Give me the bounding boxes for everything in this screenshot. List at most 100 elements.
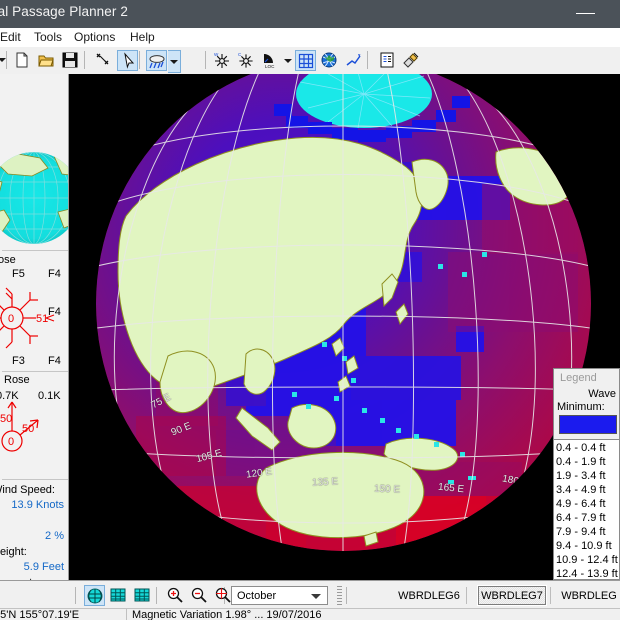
add-waypoint-button[interactable] [93,50,114,71]
legend-range-row[interactable]: 0.4 - 1.9 ft [556,455,606,469]
readout-label-2: Height: [0,546,27,558]
add-waypoint-icon [94,51,112,69]
chevron-down-icon [284,59,292,63]
toolbar-separator [84,51,85,69]
readout-label-1: s: [0,515,1,527]
table-view-button[interactable] [108,585,129,606]
pointer-select-button[interactable] [117,50,138,71]
status-position: 15'N 155°07.19'E [0,609,79,620]
wind-rose-diagram-icon: 0 51 [0,282,68,354]
globe-view-button[interactable] [319,50,340,71]
menu-item-options[interactable]: Options [70,30,119,44]
legend-range-row[interactable]: 7.9 - 9.4 ft [556,525,606,539]
report-icon [378,51,396,69]
menu-item-edit[interactable]: Edit [0,30,25,44]
wind-rose-f3-label: F3 [12,355,25,367]
svg-text:LOC: LOC [265,64,275,69]
current-rose-spoke-b: 50 [22,423,34,435]
grid-toggle-button[interactable] [295,50,316,71]
globe-view-button[interactable] [84,585,105,606]
current-rose-c-icon: C [237,51,255,69]
pointer-select-icon [119,52,137,70]
grid-toggle-icon [297,52,315,70]
wind-rose-center-value: 0 [8,313,14,325]
toolbar-separator [6,51,7,69]
menu-bar: Edit Tools Options Help [0,28,620,48]
thumbnail-graticule-icon [0,152,69,244]
chevron-down-icon [311,594,321,599]
current-rose-spoke-a: 50 [0,413,12,425]
loc-marker-button[interactable]: LOC [260,50,281,71]
globe-thumbnail[interactable] [0,152,69,244]
zoom-extent-button[interactable] [213,585,234,606]
application-window: ual Passage Planner 2 Edit Tools Options He… [0,0,620,620]
new-document-icon [13,51,31,69]
svg-text:W: W [214,52,219,57]
legend-range-row[interactable]: 12.4 - 13.9 ft [556,567,618,580]
wind-rose-w-icon: W [213,51,231,69]
title-bar: ual Passage Planner 2 [0,0,620,28]
legend-range-row[interactable]: 4.9 - 6.4 ft [556,497,606,511]
minimize-button[interactable] [564,0,608,28]
map-canvas[interactable]: 75 E90 E105 E120 E135 E150 E165 E180 W 2… [69,74,620,580]
legend-range-row[interactable]: 3.4 - 4.9 ft [556,483,606,497]
toolbar-grip-handle[interactable] [337,586,342,605]
save-disk-icon [61,51,79,69]
month-select-value: October [237,590,276,602]
legend-range-row[interactable]: 6.4 - 7.9 ft [556,511,606,525]
map-longitude-label: 135 E [311,476,338,488]
report-button[interactable] [377,50,398,71]
minimize-icon [576,13,595,14]
route-line-button[interactable] [343,50,364,71]
map-longitude-label: 150 E [373,484,400,496]
readout-value-0: 13.9 Knots [11,499,64,511]
loc-marker-icon: LOC [261,51,279,69]
chevron-down-icon [170,60,178,64]
open-folder-button[interactable] [36,50,57,71]
legend-minimum-label: Minimum: [557,401,605,413]
legend-range-row[interactable]: 1.9 - 3.4 ft [556,469,606,483]
wind-rose-caption: ose [0,254,16,266]
zoomin-icon [166,586,184,604]
wind-rose-f4-tr-label: F4 [48,268,61,280]
zoom-in-button[interactable] [165,585,186,606]
toolbar-separator [205,51,206,69]
table-icon [109,586,127,604]
zoomfit-icon [214,586,232,604]
new-document-button[interactable] [12,50,33,71]
weather-rain-button[interactable] [146,50,167,71]
legend-range-row[interactable]: 0.4 - 0.4 ft [556,441,606,455]
menu-item-tools[interactable]: Tools [30,30,66,44]
wind-rose-w-button[interactable]: W [212,50,233,71]
readout-value-1: 2 % [45,530,64,542]
globe-projection[interactable]: 75 E90 E105 E120 E135 E150 E165 E180 W 2… [96,74,591,551]
legend-range-row[interactable]: 9.4 - 10.9 ft [556,539,612,553]
legend-panel[interactable]: Legend Wave Minimum: 0.4 - 0.4 ft0.4 - 1… [553,368,620,580]
open-folder-icon [37,51,55,69]
legend-range-list: 0.4 - 0.4 ft0.4 - 1.9 ft1.9 - 3.4 ft3.4 … [554,439,620,580]
info-sidebar: ose F5 F4 F4 F3 F4 0 [0,74,69,580]
weather-rain-dropdown-button[interactable] [168,50,181,73]
satellite-button[interactable] [401,50,422,71]
legend-range-row[interactable]: 10.9 - 12.4 ft [556,553,618,567]
month-select[interactable]: October [231,586,328,605]
loc-marker-dropdown-button[interactable] [282,50,294,71]
grid-view-button[interactable] [132,585,153,606]
main-toolbar: W C LOC [0,47,620,75]
current-rose-caption: Rose [4,374,30,386]
status-magnetic-variation: Magnetic Variation 1.98° ... 19/07/2016 [132,609,322,620]
zoom-out-button[interactable] [189,585,210,606]
wind-rose-f5-label: F5 [12,268,25,280]
route-line-icon [344,51,362,69]
toolbar-overflow-caret-icon[interactable] [0,58,6,62]
zoomout-icon [190,586,208,604]
menu-item-help[interactable]: Help [126,30,159,44]
leg-tab-wbrdleg[interactable]: WBRDLEG [558,586,620,605]
save-disk-button[interactable] [60,50,81,71]
weather-rain-icon [148,52,166,70]
wind-rose-f4-br-label: F4 [48,355,61,367]
current-rose-c-button[interactable]: C [236,50,257,71]
current-rose-center-value: 0 [8,436,14,448]
leg-tab-wbrdleg6[interactable]: WBRDLEG6 [398,586,460,605]
leg-tab-wbrdleg7[interactable]: WBRDLEG7 [478,586,546,605]
